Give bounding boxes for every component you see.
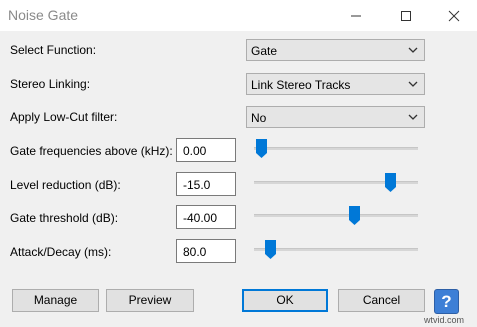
preview-button[interactable]: Preview — [106, 289, 194, 312]
manage-button[interactable]: Manage — [12, 289, 99, 312]
maximize-button[interactable] — [383, 0, 429, 31]
gate-frequencies-slider[interactable] — [254, 139, 418, 159]
minimize-button[interactable] — [333, 0, 379, 31]
gate-frequencies-input[interactable]: 0.00 — [176, 138, 236, 162]
cancel-button[interactable]: Cancel — [338, 289, 425, 312]
ok-button[interactable]: OK — [242, 289, 328, 312]
gate-threshold-slider[interactable] — [254, 206, 418, 226]
slider-thumb[interactable] — [385, 173, 397, 192]
slider-track — [254, 248, 418, 251]
stereo-linking-dropdown[interactable]: Link Stereo Tracks — [246, 73, 425, 95]
window-title: Noise Gate — [8, 7, 79, 23]
noise-gate-dialog: Noise Gate Select Function: Gate Stereo … — [0, 0, 477, 327]
help-button[interactable]: ? — [434, 289, 459, 314]
gate-threshold-input[interactable]: -40.00 — [176, 205, 236, 229]
level-reduction-slider[interactable] — [254, 173, 418, 193]
select-function-value: Gate — [251, 44, 278, 58]
level-reduction-input[interactable]: -15.0 — [176, 172, 236, 196]
slider-thumb[interactable] — [265, 240, 277, 259]
close-button[interactable] — [431, 0, 477, 31]
slider-track — [254, 214, 418, 217]
chevron-down-icon — [408, 114, 418, 120]
stereo-linking-label: Stereo Linking: — [10, 77, 91, 91]
gate-frequencies-label: Gate frequencies above (kHz): — [10, 144, 173, 158]
attack-decay-value: 80.0 — [183, 245, 207, 259]
attack-decay-label: Attack/Decay (ms): — [10, 245, 112, 259]
slider-thumb[interactable] — [349, 206, 361, 225]
level-reduction-value: -15.0 — [183, 178, 211, 192]
gate-threshold-value: -40.00 — [183, 211, 218, 225]
title-bar: Noise Gate — [0, 0, 477, 31]
watermark: wtvid.com — [424, 315, 465, 325]
chevron-down-icon — [408, 81, 418, 87]
gate-threshold-label: Gate threshold (dB): — [10, 211, 119, 225]
slider-thumb[interactable] — [255, 139, 267, 158]
close-icon — [448, 10, 460, 22]
slider-track — [254, 147, 418, 150]
attack-decay-input[interactable]: 80.0 — [176, 239, 236, 263]
select-function-dropdown[interactable]: Gate — [246, 39, 425, 61]
low-cut-dropdown[interactable]: No — [246, 106, 425, 128]
minimize-icon — [351, 15, 361, 17]
chevron-down-icon — [408, 47, 418, 53]
low-cut-value: No — [251, 111, 267, 125]
low-cut-label: Apply Low-Cut filter: — [10, 110, 118, 124]
gate-frequencies-value: 0.00 — [183, 144, 207, 158]
level-reduction-label: Level reduction (dB): — [10, 178, 121, 192]
maximize-icon — [401, 11, 411, 21]
select-function-label: Select Function: — [10, 43, 97, 57]
stereo-linking-value: Link Stereo Tracks — [251, 78, 351, 92]
attack-decay-slider[interactable] — [254, 240, 418, 260]
